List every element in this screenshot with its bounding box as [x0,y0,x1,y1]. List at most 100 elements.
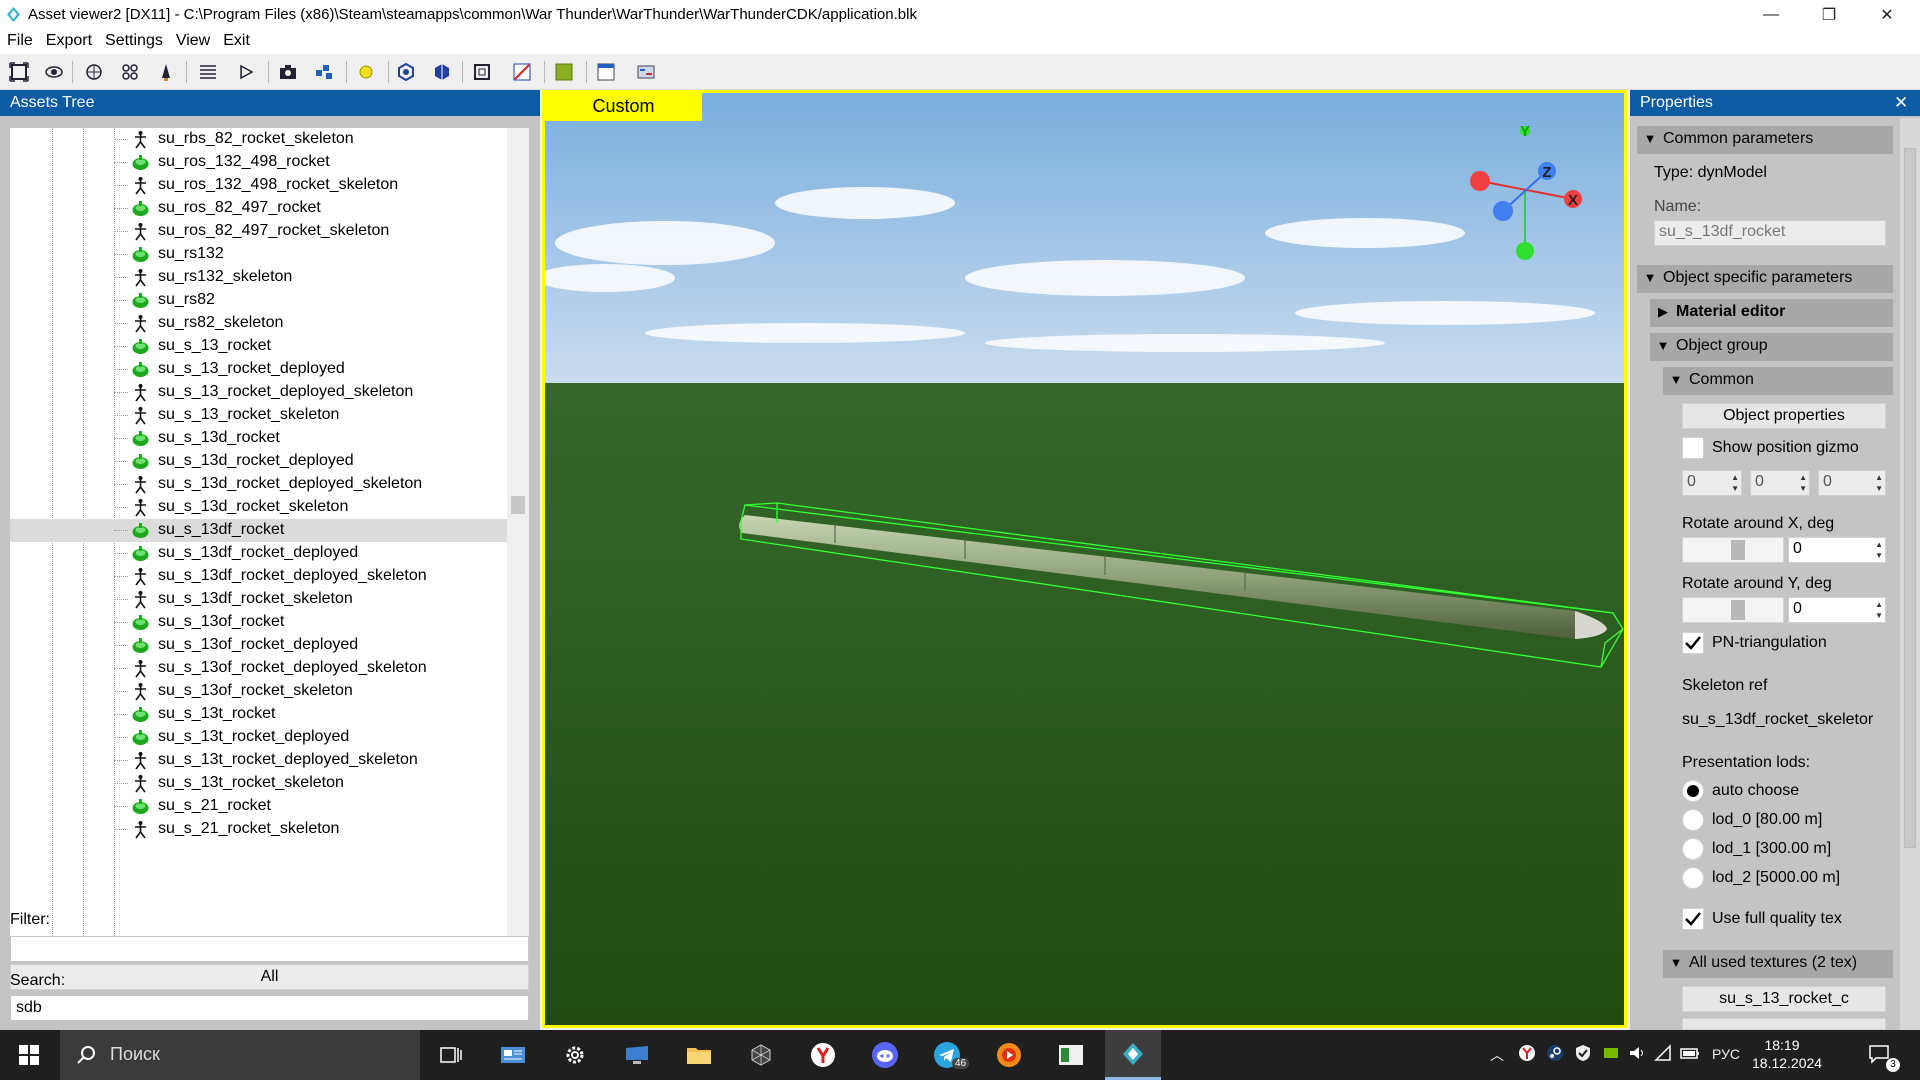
pc-app-icon[interactable] [609,1030,665,1080]
properties-scrollbar[interactable] [1900,118,1920,1030]
physics-icon[interactable] [430,61,454,83]
name-field[interactable]: su_s_13df_rocket [1654,220,1886,246]
stepper-arrows-icon[interactable]: ▲ ▼ [1875,472,1883,494]
statistics-icon[interactable] [196,61,220,83]
media-player-icon[interactable] [981,1030,1037,1080]
tree-item[interactable]: su_s_13df_rocket [10,519,507,542]
pn-triangulation-checkbox[interactable] [1682,632,1704,654]
telegram-icon[interactable]: 46 [919,1030,975,1080]
tree-item[interactable]: su_rs132 [10,243,507,266]
material-editor-section[interactable]: ▶ Material editor [1650,299,1893,327]
position-y-stepper[interactable]: 0 ▲ ▼ [1750,470,1810,496]
slider-knob[interactable] [1731,540,1745,560]
lod-auto-choose-radio[interactable] [1682,780,1704,802]
tray-steam-icon[interactable] [1546,1044,1564,1065]
tray-security-icon[interactable] [1574,1044,1592,1065]
wireframe-icon[interactable] [82,61,106,83]
rotate-x-slider[interactable] [1682,537,1784,563]
tray-nvidia-icon[interactable] [1602,1044,1620,1065]
tree-item[interactable]: su_ros_132_498_rocket_skeleton [10,174,507,197]
tree-item[interactable]: su_s_13of_rocket_deployed [10,634,507,657]
tree-item[interactable]: su_s_13_rocket_skeleton [10,404,507,427]
settings-panel-icon[interactable] [634,61,658,83]
sun-icon[interactable] [354,61,378,83]
tree-item[interactable]: su_s_13of_rocket [10,611,507,634]
camera-orbit-icon[interactable] [42,61,66,83]
tree-item[interactable]: su_rs82_skeleton [10,312,507,335]
tree-item[interactable]: su_s_13t_rocket [10,703,507,726]
viewport-scene[interactable]: Y X Z [545,93,1624,1025]
position-x-stepper[interactable]: 0 ▲ ▼ [1682,470,1742,496]
yandex-browser-icon[interactable] [795,1030,851,1080]
viewport-custom-tab[interactable]: Custom [545,93,702,121]
file-explorer-icon[interactable] [671,1030,727,1080]
common-parameters-section[interactable]: ▼ Common parameters [1637,126,1893,154]
tree-item[interactable]: su_s_13df_rocket_skeleton [10,588,507,611]
composite-icon[interactable] [312,61,336,83]
zoom-extents-icon[interactable] [7,61,31,83]
skeleton-ref-value[interactable]: su_s_13df_rocket_skeletor [1682,711,1894,729]
lod-2-radio[interactable] [1682,867,1704,889]
news-app-icon[interactable] [485,1030,541,1080]
tree-item[interactable]: su_ros_82_497_rocket_skeleton [10,220,507,243]
tree-item[interactable]: su_s_13d_rocket [10,427,507,450]
tree-vertical-scrollbar[interactable] [507,128,529,936]
tree-item[interactable]: su_s_13t_rocket_deployed_skeleton [10,749,507,772]
stepper-arrows-icon[interactable]: ▲ ▼ [1799,472,1807,494]
tree-item[interactable]: su_s_21_rocket_skeleton [10,818,507,841]
lod-0-radio[interactable] [1682,809,1704,831]
all-used-textures-section[interactable]: ▼ All used textures (2 tex) [1663,950,1893,978]
tree-item[interactable]: su_s_13_rocket [10,335,507,358]
tree-item[interactable]: su_s_13d_rocket_deployed [10,450,507,473]
stepper-arrows-icon[interactable]: ▲ ▼ [1731,472,1739,494]
3d-viewport[interactable]: Y X Z Custom [542,90,1627,1028]
rotate-x-stepper[interactable]: 0 ▲ ▼ [1788,537,1886,563]
taskbar-search-box[interactable]: Поиск [60,1030,420,1080]
common-section[interactable]: ▼ Common [1663,367,1893,395]
stepper-arrows-icon[interactable]: ▲ ▼ [1875,539,1883,561]
tree-item[interactable]: su_rs82 [10,289,507,312]
collision-icon[interactable] [394,61,418,83]
menu-exit[interactable]: Exit [216,29,256,54]
play-icon[interactable] [234,61,258,83]
maximize-button[interactable]: ❐ [1800,0,1858,29]
object-properties-button[interactable]: Object properties [1682,403,1886,429]
tree-item[interactable]: su_rbs_82_rocket_skeleton [10,128,507,151]
tree-item[interactable]: su_s_21_rocket [10,795,507,818]
stepper-arrows-icon[interactable]: ▲ ▼ [1875,599,1883,621]
tree-item[interactable]: su_s_13of_rocket_deployed_skeleton [10,657,507,680]
object-group-section[interactable]: ▼ Object group [1650,333,1893,361]
position-z-stepper[interactable]: 0 ▲ ▼ [1818,470,1886,496]
tree-item[interactable]: su_s_13of_rocket_skeleton [10,680,507,703]
menu-export[interactable]: Export [39,29,98,54]
menu-view[interactable]: View [169,29,216,54]
filter-input[interactable] [10,936,529,962]
color-icon[interactable] [552,61,576,83]
tree-item[interactable]: su_s_13d_rocket_deployed_skeleton [10,473,507,496]
tray-yandex-icon[interactable] [1518,1044,1536,1065]
scrollbar-thumb[interactable] [1904,148,1916,848]
tree-item[interactable]: su_s_13t_rocket_deployed [10,726,507,749]
windows-start-icon[interactable] [0,1030,58,1080]
settings-gear-icon[interactable] [547,1030,603,1080]
bounding-box-icon[interactable] [470,61,494,83]
search-input[interactable] [10,995,529,1021]
tree-item[interactable]: su_rs132_skeleton [10,266,507,289]
close-button[interactable]: ✕ [1858,0,1916,29]
grid-icon[interactable] [118,61,142,83]
tree-item[interactable]: su_s_13_rocket_deployed_skeleton [10,381,507,404]
show-position-gizmo-checkbox[interactable] [1682,437,1704,459]
tree-item[interactable]: su_s_13t_rocket_skeleton [10,772,507,795]
texture-button-partial[interactable] [1682,1018,1886,1030]
disable-icon[interactable] [510,61,534,83]
tree-item[interactable]: su_s_13df_rocket_deployed [10,542,507,565]
light-icon[interactable] [154,61,178,83]
scrollbar-thumb[interactable] [511,496,525,514]
menu-settings[interactable]: Settings [98,29,169,54]
use-full-quality-checkbox[interactable] [1682,908,1704,930]
lod-1-radio[interactable] [1682,838,1704,860]
tray-battery-icon[interactable] [1680,1044,1700,1065]
screenshot-icon[interactable] [276,61,300,83]
texture-button[interactable]: su_s_13_rocket_c [1682,986,1886,1012]
assets-tree[interactable]: su_rbs_82_rocket_skeleton su_ros_132_498_… [10,128,507,936]
